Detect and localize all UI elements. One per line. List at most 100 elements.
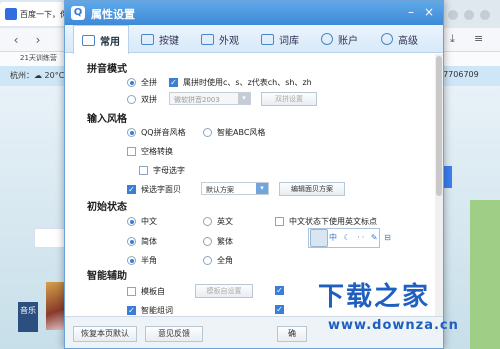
- ok-button[interactable]: 确: [277, 326, 307, 342]
- tab-advanced[interactable]: 高级: [381, 25, 418, 53]
- checkbox-unchecked-icon: [275, 217, 284, 226]
- tab-label: 外观: [219, 35, 239, 47]
- account-icon: [321, 33, 333, 45]
- radio-unchecked-icon: [203, 128, 212, 137]
- full-pinyin-option[interactable]: 全拼: [127, 77, 157, 88]
- english-punct-checkbox[interactable]: 中文状态下使用英文标点: [275, 216, 377, 227]
- music-button[interactable]: 音乐: [18, 302, 38, 332]
- gear-icon: [381, 33, 393, 45]
- abc-style-option[interactable]: 智能ABC风格: [203, 127, 265, 138]
- traditional-option[interactable]: 繁体: [203, 236, 233, 247]
- weather-widget: 杭州：☁ 20°C: [10, 71, 65, 80]
- checkbox-unchecked-icon: [127, 287, 136, 296]
- tab-dictionary[interactable]: 词库: [261, 25, 299, 53]
- option-label: 全角: [217, 256, 233, 265]
- tab-account[interactable]: 账户: [321, 25, 358, 53]
- watermark: 下载之家 www.downza.cn: [304, 272, 500, 349]
- radio-checked-icon: [127, 128, 136, 137]
- skin-scheme-select[interactable]: 默认方案 ▾: [201, 182, 269, 195]
- back-icon[interactable]: ‹: [8, 32, 24, 48]
- tab-appearance[interactable]: 外观: [201, 25, 239, 53]
- radio-checked-icon: [127, 256, 136, 265]
- checkbox-checked-icon: ✓: [275, 286, 284, 295]
- double-settings-button[interactable]: 双拼设置: [261, 92, 317, 106]
- forward-icon[interactable]: ›: [30, 32, 46, 48]
- english-option[interactable]: 英文: [203, 216, 233, 227]
- page-number-fragment: 47706709: [438, 70, 479, 79]
- radio-unchecked-icon: [203, 256, 212, 265]
- select-value: 微软拼音2003: [174, 96, 220, 104]
- fuzzy-czs-checkbox[interactable]: ✓ 属拼时使用c、s、z代表ch、sh、zh: [169, 77, 312, 88]
- simplified-option[interactable]: 简体: [127, 236, 157, 247]
- window-minimize-icon[interactable]: [448, 10, 458, 20]
- watermark-logo-text: 下载之家: [318, 282, 431, 312]
- checkbox-checked-icon: ✓: [127, 306, 136, 315]
- dialog-title: 属性设置: [91, 8, 135, 21]
- radio-unchecked-icon: [127, 95, 136, 104]
- ime-toolbar-icons: 中 ☾ ·· ✎ ⊟: [329, 233, 393, 242]
- right-checkbox-1[interactable]: ✓: [275, 286, 289, 295]
- right-checkbox-2[interactable]: ✓: [275, 305, 289, 314]
- news-photo: [46, 282, 66, 330]
- template-settings-button[interactable]: 模板自设置: [195, 284, 253, 298]
- radio-unchecked-icon: [203, 217, 212, 226]
- close-button[interactable]: ×: [421, 4, 437, 20]
- space-toggle-checkbox[interactable]: 空格转换: [127, 146, 173, 157]
- scrollbar-thumb[interactable]: [436, 56, 442, 196]
- checkbox-checked-icon: ✓: [169, 78, 178, 87]
- letter-select-checkbox[interactable]: 字母选字: [139, 165, 185, 176]
- qq-pinyin-logo: Q: [71, 6, 85, 20]
- browser-tab-title: 百度一下，你就: [20, 10, 64, 19]
- tab-keys[interactable]: 按键: [141, 25, 179, 53]
- feedback-button[interactable]: 意见反馈: [145, 326, 203, 342]
- chinese-option[interactable]: 中文: [127, 216, 157, 227]
- candidate-skin-checkbox[interactable]: ✓ 候选字面贝: [127, 184, 181, 195]
- option-label: 属拼时使用c、s、z代表ch、sh、zh: [183, 78, 312, 87]
- chevron-down-icon: ▾: [238, 93, 250, 104]
- option-label: 双拼: [141, 95, 157, 104]
- book-icon: [261, 33, 274, 45]
- browser-tab[interactable]: 百度一下，你就: [0, 2, 64, 26]
- template-checkbox[interactable]: 模板自: [127, 286, 165, 297]
- window-maximize-icon[interactable]: [464, 10, 474, 20]
- window-close-icon[interactable]: [480, 10, 490, 20]
- double-scheme-select[interactable]: 微软拼音2003 ▾: [169, 92, 251, 105]
- edit-skin-button[interactable]: 编辑面贝方案: [279, 182, 345, 196]
- option-label: 智能组词: [141, 306, 173, 315]
- minimize-button[interactable]: –: [403, 4, 419, 20]
- download-icon[interactable]: ⤓: [450, 32, 455, 46]
- option-label: 英文: [217, 217, 233, 226]
- option-label: 简体: [141, 237, 157, 246]
- half-width-option[interactable]: 半角: [127, 255, 157, 266]
- option-label: 繁体: [217, 237, 233, 246]
- page-card: [34, 228, 68, 248]
- avatar: [310, 229, 328, 247]
- chevron-down-icon: ▾: [256, 183, 268, 194]
- restore-defaults-button[interactable]: 恢复本页默认: [73, 326, 137, 342]
- section-initial-state: 初始状态: [87, 202, 127, 213]
- option-label: 字母选字: [153, 166, 185, 175]
- option-label: 候选字面贝: [141, 185, 181, 194]
- radio-unchecked-icon: [203, 237, 212, 246]
- full-width-option[interactable]: 全角: [203, 255, 233, 266]
- option-label: QQ拼音风格: [141, 128, 186, 137]
- keyboard-icon: [141, 33, 154, 45]
- section-pinyin-mode: 拼音模式: [87, 64, 127, 75]
- tab-common[interactable]: 常用: [73, 25, 129, 54]
- tab-label: 高级: [398, 35, 418, 47]
- qq-style-option[interactable]: QQ拼音风格: [127, 127, 186, 138]
- dialog-titlebar: Q 属性设置 – ×: [65, 1, 443, 25]
- watermark-url: www.downza.cn: [328, 318, 459, 333]
- smart-combine-checkbox[interactable]: ✓ 智能组词: [127, 305, 173, 316]
- bookmark-item[interactable]: 21天训练营: [20, 54, 57, 62]
- option-label: 空格转换: [141, 147, 173, 156]
- menu-icon[interactable]: ≡: [474, 32, 483, 45]
- monitor-icon: [82, 34, 95, 46]
- checkbox-checked-icon: ✓: [275, 305, 284, 314]
- option-label: 模板自: [141, 287, 165, 296]
- radio-checked-icon: [127, 78, 136, 87]
- tab-label: 账户: [338, 35, 358, 47]
- section-smart-assist: 智能辅助: [87, 271, 127, 282]
- select-value: 默认方案: [206, 186, 234, 194]
- double-pinyin-option[interactable]: 双拼: [127, 94, 157, 105]
